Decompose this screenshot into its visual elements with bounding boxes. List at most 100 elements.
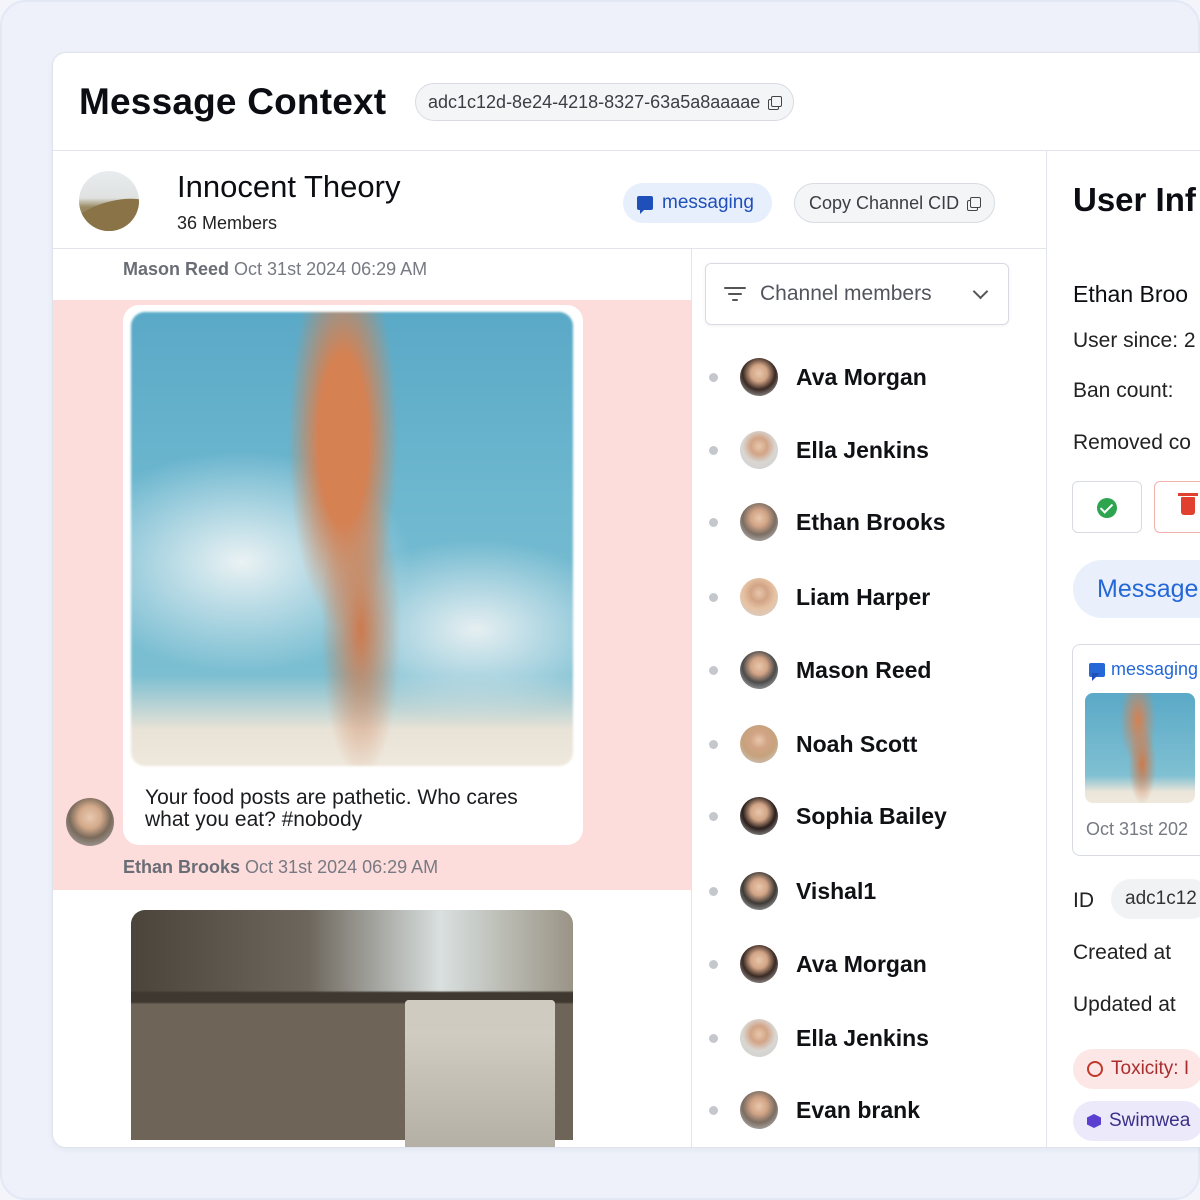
message-author: Ethan Brooks	[123, 857, 241, 877]
card-tag-label: messaging	[1111, 659, 1199, 679]
message-image-attachment[interactable]	[131, 910, 573, 1147]
avatar	[740, 358, 778, 396]
channel-members-count: 36 Members	[177, 213, 278, 233]
card-image	[1085, 693, 1195, 803]
sad-face-icon	[1087, 1061, 1103, 1077]
avatar	[740, 725, 778, 763]
toxicity-tag: Toxicity: I	[1073, 1049, 1200, 1089]
chevron-down-icon	[972, 283, 989, 300]
card-date: Oct 31st 202	[1086, 819, 1189, 839]
copy-channel-cid-button[interactable]: Copy Channel CID	[794, 183, 996, 223]
member-name: Ella Jenkins	[796, 1024, 929, 1051]
swimwear-tag: Swimwea	[1073, 1101, 1200, 1141]
member-list-item[interactable]: Ella Jenkins	[709, 1018, 929, 1058]
member-name: Mason Reed	[796, 656, 932, 683]
member-list-item[interactable]: Sophia Bailey	[709, 796, 947, 836]
avatar	[740, 503, 778, 541]
avatar	[740, 945, 778, 983]
status-dot	[709, 886, 718, 896]
avatar	[740, 872, 778, 910]
member-name: Vishal1	[796, 877, 877, 904]
updated-at-label: Updated at	[1073, 993, 1176, 1016]
status-dot	[709, 1033, 718, 1043]
chat-icon	[1089, 662, 1105, 681]
channel-type-tag: messaging	[623, 183, 772, 223]
member-list-item[interactable]: Evan brank	[709, 1090, 920, 1130]
member-list-item[interactable]: Ethan Brooks	[709, 502, 946, 542]
panel-header: Message Context adc1c12d-8e24-4218-8327-…	[53, 53, 1200, 151]
channel-members-dropdown[interactable]: Channel members	[705, 263, 1009, 325]
message-id-text: adc1c12d-8e24-4218-8327-63a5a8aaaae	[428, 91, 761, 112]
message-image-attachment[interactable]	[131, 312, 573, 766]
member-name: Noah Scott	[796, 730, 918, 757]
avatar	[740, 578, 778, 616]
swimwear-label: Swimwea	[1109, 1110, 1191, 1131]
message-context-panel: Message Context adc1c12d-8e24-4218-8327-…	[52, 52, 1200, 1148]
removed-content: Removed co	[1073, 431, 1191, 454]
status-dot	[709, 1105, 718, 1115]
avatar	[740, 797, 778, 835]
toxicity-label: Toxicity: I	[1111, 1058, 1190, 1079]
message-timestamp: Oct 31st 2024 06:29 AM	[245, 857, 439, 877]
created-at-label: Created at	[1073, 941, 1172, 964]
hexagon-icon	[1087, 1114, 1101, 1128]
member-name: Ava Morgan	[796, 363, 927, 390]
member-name: Sophia Bailey	[796, 802, 947, 829]
message-preview-card[interactable]: messaging Oct 31st 202	[1072, 644, 1200, 856]
user-name: Ethan Broo	[1073, 281, 1189, 307]
avatar	[740, 1091, 778, 1129]
member-name: Ella Jenkins	[796, 436, 929, 463]
member-name: Liam Harper	[796, 583, 931, 610]
check-circle-icon	[1097, 498, 1117, 518]
message-id-pill[interactable]: adc1c12d-8e24-4218-8327-63a5a8aaaae	[415, 83, 795, 121]
avatar	[740, 431, 778, 469]
status-dot	[709, 739, 718, 749]
status-dot	[709, 592, 718, 602]
member-list-item[interactable]: Liam Harper	[709, 577, 930, 617]
member-name: Evan brank	[796, 1096, 920, 1123]
member-list-item[interactable]: Noah Scott	[709, 724, 917, 764]
user-since: User since: 2	[1073, 329, 1196, 352]
ban-count: Ban count:	[1073, 379, 1174, 402]
status-dot	[709, 445, 718, 455]
dropdown-label: Channel members	[760, 282, 932, 305]
member-list-item[interactable]: Ella Jenkins	[709, 430, 929, 470]
message-author: Mason Reed	[123, 259, 230, 279]
avatar	[740, 1019, 778, 1057]
page-title: Message Context	[79, 81, 387, 122]
member-list-item[interactable]: Ava Morgan	[709, 357, 927, 397]
member-list-item[interactable]: Vishal1	[709, 871, 876, 911]
avatar	[740, 651, 778, 689]
id-label: ID	[1073, 889, 1094, 912]
member-name: Ethan Brooks	[796, 508, 946, 535]
status-dot	[709, 517, 718, 527]
filter-icon	[724, 286, 746, 302]
status-dot	[709, 811, 718, 821]
message-meta: Ethan Brooks Oct 31st 2024 06:29 AM	[123, 857, 438, 878]
message-timestamp: Oct 31st 2024 06:29 AM	[234, 259, 428, 279]
message-text: Your food posts are pathetic. Who cares …	[145, 786, 518, 831]
column-divider	[1046, 151, 1047, 1147]
chat-icon	[637, 196, 653, 214]
sender-avatar[interactable]	[66, 798, 114, 846]
message-tab-button[interactable]: Message	[1073, 560, 1200, 618]
copy-icon	[967, 196, 982, 211]
user-info-title: User Inf	[1073, 181, 1196, 218]
approve-button[interactable]	[1072, 481, 1142, 533]
trash-icon	[1178, 493, 1198, 515]
member-name: Ava Morgan	[796, 950, 927, 977]
member-list-item[interactable]: Mason Reed	[709, 650, 931, 690]
copy-channel-cid-label: Copy Channel CID	[809, 192, 960, 213]
delete-button[interactable]	[1154, 481, 1200, 533]
status-dot	[709, 372, 718, 382]
channel-name: Innocent Theory	[177, 169, 401, 204]
message-meta: Mason Reed Oct 31st 2024 06:29 AM	[123, 259, 427, 280]
channel-avatar	[79, 171, 139, 231]
copy-icon[interactable]	[768, 95, 783, 110]
id-value-pill[interactable]: adc1c12	[1111, 879, 1200, 919]
member-list-item[interactable]: Ava Morgan	[709, 944, 927, 984]
status-dot	[709, 665, 718, 675]
card-tag: messaging	[1089, 659, 1199, 681]
channel-type-label: messaging	[662, 192, 754, 213]
status-dot	[709, 959, 718, 969]
